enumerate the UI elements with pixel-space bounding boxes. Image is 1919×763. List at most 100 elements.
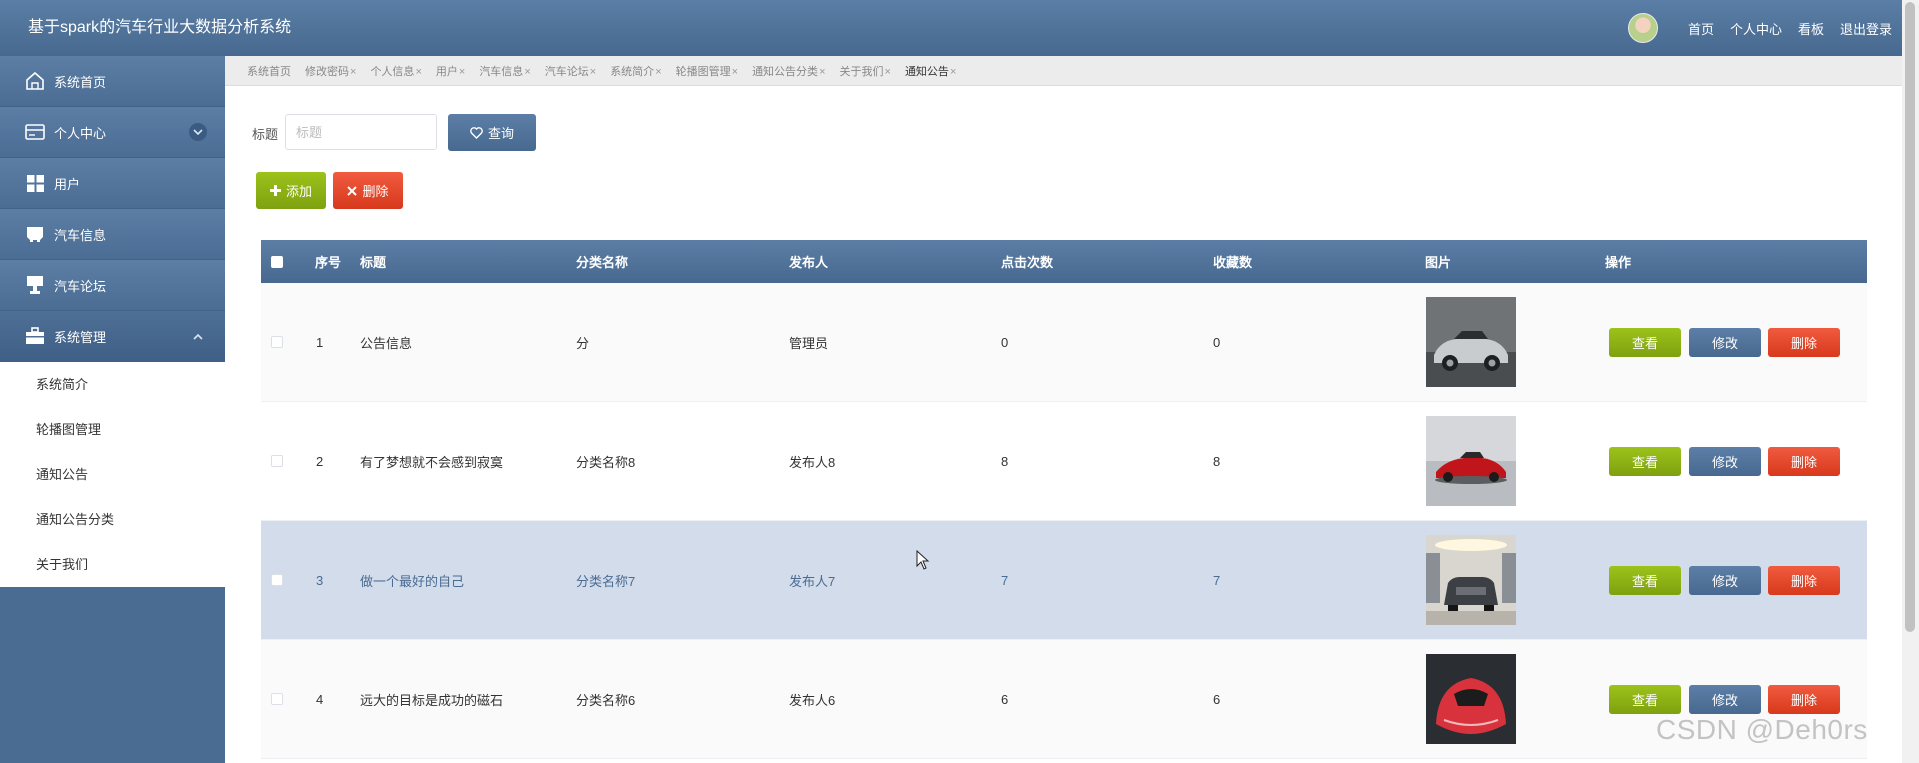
submenu-item-notice-category[interactable]: 通知公告分类 <box>0 497 225 542</box>
car-thumbnail[interactable] <box>1426 416 1516 506</box>
nav-home-link[interactable]: 首页 <box>1688 19 1714 38</box>
tag-8[interactable]: 通知公告分类× <box>752 63 825 79</box>
car-thumbnail[interactable] <box>1426 654 1516 744</box>
edit-button[interactable]: 修改 <box>1689 446 1761 476</box>
submenu-item-carousel[interactable]: 轮播图管理 <box>0 407 225 452</box>
view-button[interactable]: 查看 <box>1609 327 1681 357</box>
sidebar-item-system[interactable]: 系统管理 <box>0 311 225 362</box>
tag-4[interactable]: 汽车信息× <box>479 63 530 79</box>
tag-close-icon[interactable]: × <box>415 66 421 78</box>
row-category: 分 <box>576 335 590 351</box>
sidebar-item-home[interactable]: 系统首页 <box>0 56 225 107</box>
briefcase-icon <box>24 325 46 347</box>
tag-label: 通知公告分类 <box>752 65 819 78</box>
car-thumbnail[interactable] <box>1426 535 1516 625</box>
view-button[interactable]: 查看 <box>1609 565 1681 595</box>
tag-close-icon[interactable]: × <box>655 66 661 78</box>
delete-row-button[interactable]: 删除 <box>1768 684 1840 714</box>
search-input[interactable] <box>285 114 437 150</box>
tag-close-icon[interactable]: × <box>350 66 356 78</box>
row-favorites: 6 <box>1213 691 1221 707</box>
close-icon <box>347 185 358 196</box>
tag-1[interactable]: 修改密码× <box>305 63 356 79</box>
sidebar-item-label: 系统首页 <box>54 74 107 90</box>
row-clicks: 6 <box>1001 691 1009 707</box>
tag-2[interactable]: 个人信息× <box>370 63 421 79</box>
row-checkbox[interactable] <box>271 574 283 586</box>
table-row[interactable]: 1 公告信息 分 管理员 0 0 查看 修改 删除 <box>261 283 1867 402</box>
table-row[interactable]: 4 远大的目标是成功的磁石 分类名称6 发布人6 6 6 查看 修改 删除 <box>261 640 1867 759</box>
submenu-item-intro[interactable]: 系统简介 <box>0 362 225 407</box>
tag-0[interactable]: 系统首页 <box>247 63 291 79</box>
delete-row-button[interactable]: 删除 <box>1768 565 1840 595</box>
row-title: 有了梦想就不会感到寂寞 <box>360 454 504 470</box>
sidebar-item-car-info[interactable]: 汽车信息 <box>0 209 225 260</box>
tag-label: 用户 <box>435 65 458 78</box>
row-favorites: 8 <box>1213 453 1221 469</box>
table-row[interactable]: 2 有了梦想就不会感到寂寞 分类名称8 发布人8 8 8 查看 修改 删除 <box>261 402 1867 521</box>
tag-label: 轮播图管理 <box>675 65 731 78</box>
submenu-item-notice[interactable]: 通知公告 <box>0 452 225 497</box>
delete-row-button[interactable]: 删除 <box>1768 446 1840 476</box>
table-row[interactable]: 3 做一个最好的自己 分类名称7 发布人7 7 7 查看 修改 删除 <box>261 521 1867 640</box>
row-category: 分类名称7 <box>576 573 636 589</box>
tag-close-icon[interactable]: × <box>819 66 825 78</box>
row-category: 分类名称8 <box>576 454 636 470</box>
tag-close-icon[interactable]: × <box>590 66 596 78</box>
row-index: 3 <box>316 572 324 588</box>
mouse-cursor-icon <box>916 550 930 570</box>
tag-close-icon[interactable]: × <box>459 66 465 78</box>
avatar[interactable] <box>1627 13 1658 43</box>
nav-profile-link[interactable]: 个人中心 <box>1730 19 1782 38</box>
car-thumbnail[interactable] <box>1426 297 1516 387</box>
col-index: 序号 <box>315 255 342 270</box>
col-image: 图片 <box>1425 255 1452 270</box>
nav-dashboard-link[interactable]: 看板 <box>1798 19 1824 38</box>
row-clicks: 0 <box>1001 334 1009 350</box>
tag-6[interactable]: 系统简介× <box>610 63 661 79</box>
delete-row-button[interactable]: 删除 <box>1768 327 1840 357</box>
row-category: 分类名称6 <box>576 692 636 708</box>
plus-icon <box>269 185 281 196</box>
row-index: 1 <box>316 334 324 350</box>
page-scrollbar-thumb[interactable] <box>1905 2 1915 632</box>
select-all-checkbox[interactable] <box>271 255 283 268</box>
col-category: 分类名称 <box>576 255 629 270</box>
tag-7[interactable]: 轮播图管理× <box>676 63 738 79</box>
batch-delete-button[interactable]: 删除 <box>333 172 403 209</box>
edit-button[interactable]: 修改 <box>1689 684 1761 714</box>
page-scrollbar[interactable] <box>1902 0 1919 763</box>
row-checkbox[interactable] <box>271 693 283 705</box>
view-button[interactable]: 查看 <box>1609 684 1681 714</box>
tags-bar: 系统首页 修改密码× 个人信息× 用户× 汽车信息× 汽车论坛× 系统简介× 轮播图管理× 通知… <box>225 56 1902 86</box>
edit-button[interactable]: 修改 <box>1689 565 1761 595</box>
nav-logout-link[interactable]: 退出登录 <box>1840 19 1892 38</box>
tag-3[interactable]: 用户× <box>436 63 465 79</box>
sidebar-item-users[interactable]: 用户 <box>0 158 225 209</box>
edit-button[interactable]: 修改 <box>1689 327 1761 357</box>
tag-close-icon[interactable]: × <box>950 66 956 78</box>
chevron-down-icon[interactable] <box>189 123 207 141</box>
row-checkbox[interactable] <box>271 336 283 348</box>
tag-9[interactable]: 关于我们× <box>840 63 891 79</box>
tag-close-icon[interactable]: × <box>524 66 530 78</box>
search-button[interactable]: 查询 <box>448 114 536 151</box>
watermark: CSDN @Deh0rs <box>1656 714 1868 745</box>
view-button[interactable]: 查看 <box>1609 446 1681 476</box>
submenu-item-about[interactable]: 关于我们 <box>0 542 225 587</box>
table-header: 序号 标题 分类名称 发布人 点击次数 收藏数 图片 操作 <box>261 240 1867 283</box>
tag-label: 系统首页 <box>247 65 291 78</box>
search-label: 标题 <box>252 127 279 142</box>
sidebar-item-profile[interactable]: 个人中心 <box>0 107 225 158</box>
tag-close-icon[interactable]: × <box>885 66 891 78</box>
tag-5[interactable]: 汽车论坛× <box>545 63 596 79</box>
chevron-up-icon[interactable] <box>189 327 207 345</box>
tag-close-icon[interactable]: × <box>732 66 738 78</box>
row-checkbox[interactable] <box>271 455 283 467</box>
add-button[interactable]: 添加 <box>256 172 326 209</box>
delete-button-label: 删除 <box>362 184 389 199</box>
top-nav: 首页 个人中心 看板 退出登录 <box>1627 0 1892 56</box>
row-title: 公告信息 <box>360 335 413 351</box>
tag-10[interactable]: 通知公告× <box>905 63 956 79</box>
sidebar-item-car-forum[interactable]: 汽车论坛 <box>0 260 225 311</box>
